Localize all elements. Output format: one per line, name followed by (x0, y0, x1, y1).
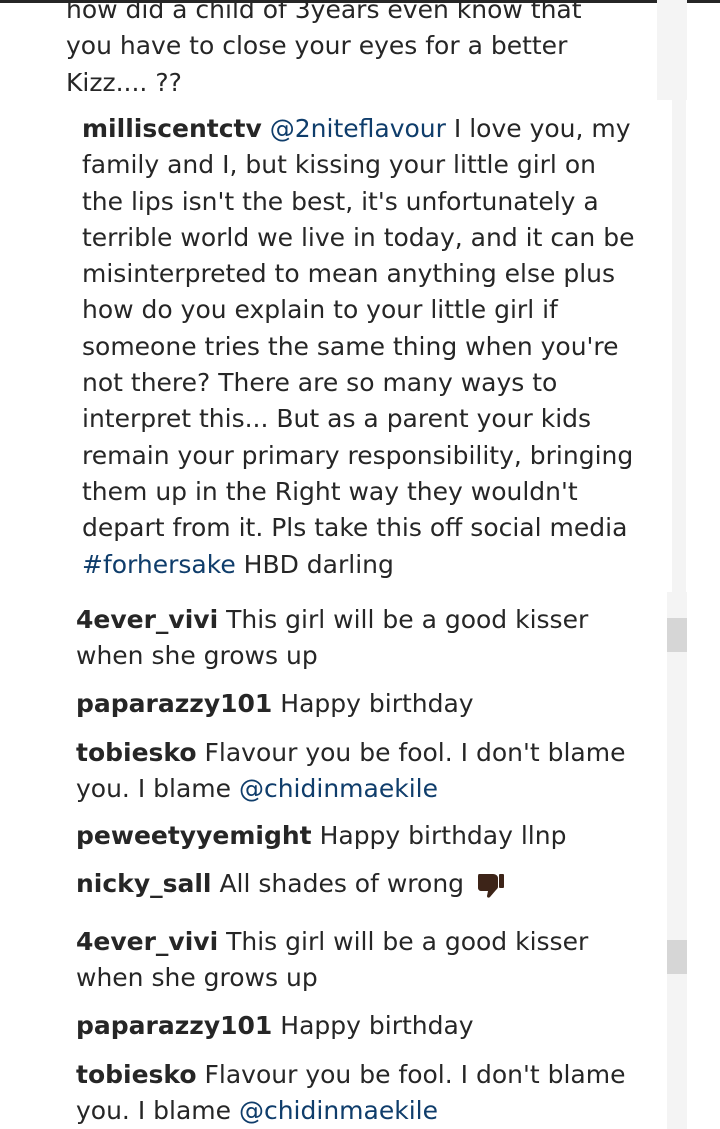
comment-username[interactable]: 4ever_vivi (76, 605, 218, 634)
comment-hashtag[interactable]: #forhersake (82, 550, 236, 579)
comment-text: All shades of wrong (211, 869, 465, 898)
comment-text: how did a child of 3years even know that… (66, 0, 582, 97)
comment-username[interactable]: tobiesko (76, 1060, 197, 1089)
comment-username[interactable]: tobiesko (76, 738, 197, 767)
comment-mention[interactable]: @chidinmaekile (239, 774, 438, 803)
comment-mention[interactable]: @2niteflavour (270, 114, 446, 143)
comment-item: paparazzy101 Happy birthday (76, 686, 636, 722)
comment-item: 4ever_vivi This girl will be a good kiss… (76, 924, 636, 997)
comment-username[interactable]: paparazzy101 (76, 1011, 272, 1040)
comment-item: peweetyyemight Happy birthday llnp (76, 818, 636, 854)
scrollbar-track-lower[interactable] (667, 592, 687, 1129)
comment-username[interactable]: peweetyyemight (76, 821, 312, 850)
comment-item: 4ever_vivi This girl will be a good kiss… (76, 602, 636, 675)
comment-username[interactable]: milliscentctv (82, 114, 262, 143)
comment-username[interactable]: 4ever_vivi (76, 927, 218, 956)
comment-item: nicky_sall All shades of wrong (76, 866, 636, 902)
comment-text: Happy birthday llnp (311, 821, 567, 850)
thumbs-down-icon (477, 874, 504, 898)
comment-text: Happy birthday (272, 689, 474, 718)
scrollbar-track-top[interactable] (657, 0, 687, 100)
comment-text-after: HBD darling (235, 549, 394, 579)
comment-item: milliscentctv @2niteflavour I love you, … (82, 111, 642, 583)
comment-item: how did a child of 3years even know that… (66, 0, 626, 101)
scrollbar-thumb-secondary[interactable] (667, 940, 687, 974)
scrollbar-track-middle[interactable] (672, 100, 686, 592)
comment-username[interactable]: paparazzy101 (76, 689, 272, 718)
comment-mention[interactable]: @chidinmaekile (239, 1096, 438, 1125)
comment-username[interactable]: nicky_sall (76, 869, 212, 898)
scrollbar-thumb[interactable] (667, 618, 687, 652)
comment-text: Happy birthday (272, 1011, 474, 1040)
comment-text: I love you, my family and I, but kissing… (82, 114, 635, 543)
comment-item: tobiesko Flavour you be fool. I don't bl… (76, 1057, 636, 1129)
comment-item: tobiesko Flavour you be fool. I don't bl… (76, 735, 636, 808)
comment-item: paparazzy101 Happy birthday (76, 1008, 636, 1044)
